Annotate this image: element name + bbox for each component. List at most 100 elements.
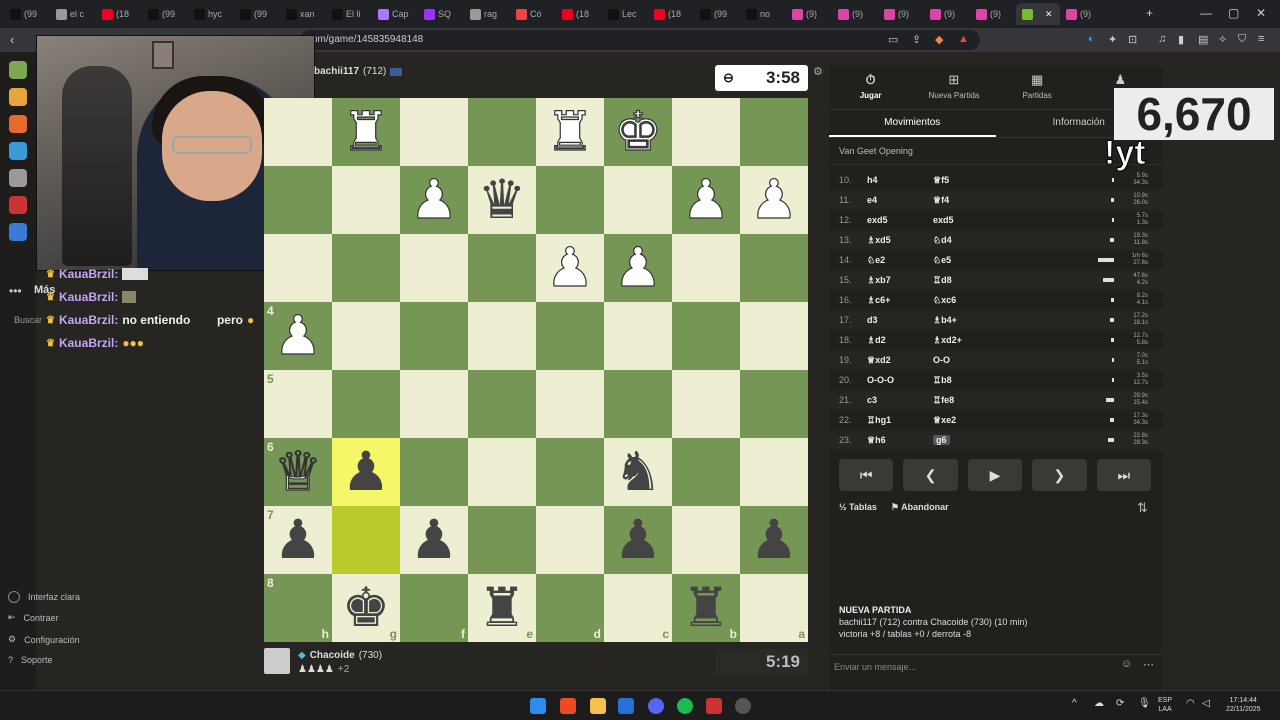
black-piece[interactable]: ♟ [274, 506, 322, 574]
white-piece[interactable]: ♟ [681, 166, 731, 234]
white-move[interactable]: exd5 [867, 215, 933, 225]
white-piece[interactable]: ♜ [341, 98, 391, 166]
black-move[interactable]: ♕f5 [933, 175, 993, 186]
white-move[interactable]: ♕xd2 [867, 355, 933, 366]
more-options-icon[interactable]: ⋯ [1143, 658, 1154, 671]
back-icon[interactable]: ‹ [10, 32, 14, 47]
explorer-icon[interactable] [590, 698, 606, 714]
board-square[interactable] [672, 506, 740, 574]
board-square[interactable] [604, 302, 672, 370]
next-move-button[interactable]: ▶ [967, 459, 1023, 491]
board-square[interactable]: ♚ g [332, 574, 400, 642]
sidebar-icon[interactable]: ▮ [1178, 33, 1184, 46]
black-move[interactable]: ♖b8 [933, 375, 993, 386]
ai-icon[interactable]: ✧ [1218, 33, 1227, 46]
browser-tab[interactable]: Có [510, 3, 556, 25]
url-field[interactable]: om/game/145835948148 [300, 30, 980, 50]
white-move[interactable]: ♗xd5 [867, 235, 933, 246]
browser-tab[interactable]: xan [280, 3, 326, 25]
black-move[interactable]: ♘e5 [933, 255, 993, 266]
tray-expand-icon[interactable]: ^ [1072, 699, 1077, 709]
board-square[interactable]: ♛ [468, 166, 536, 234]
black-move[interactable]: ♗b4+ [933, 315, 993, 326]
player-name[interactable]: bachii117 [314, 66, 359, 77]
chess-board[interactable]: ♜ ♜ ♚ ♟ ♛ ♟ ♟ ♟ ♟ ♟ 4 5 ♕ 6 ♟ ♞ ♟ 7 ♟ ♟ ♟ 8 h ♚ g f ♜ e d c ♜ b a [264, 98, 808, 642]
board-square[interactable] [400, 438, 468, 506]
board-square[interactable] [740, 438, 808, 506]
board-square[interactable] [264, 98, 332, 166]
social-icon[interactable] [9, 223, 27, 241]
board-square[interactable]: ♟ [672, 166, 740, 234]
board-square[interactable] [536, 302, 604, 370]
flip-board-icon[interactable]: ⇅ [1137, 500, 1148, 516]
board-square[interactable] [740, 302, 808, 370]
white-piece[interactable]: ♟ [409, 166, 459, 234]
logo-icon[interactable] [9, 61, 27, 79]
board-square[interactable]: d [536, 574, 604, 642]
browser-tab[interactable]: (18 [556, 3, 602, 25]
white-piece[interactable]: ♕ [273, 438, 323, 506]
board-square[interactable]: f [400, 574, 468, 642]
board-square[interactable]: ♜ [536, 98, 604, 166]
puzzles-icon[interactable] [9, 115, 27, 133]
white-piece[interactable]: ♟ [613, 234, 663, 302]
board-square[interactable] [536, 506, 604, 574]
extensions-icon[interactable]: ✦ [1108, 33, 1117, 46]
vpn-icon[interactable]: ⛉ [1238, 33, 1246, 46]
board-square[interactable]: 8h [264, 574, 332, 642]
browser-tab[interactable]: Cap [372, 3, 418, 25]
board-square[interactable]: ♕ 6 [264, 438, 332, 506]
bing-icon[interactable] [618, 698, 634, 714]
board-square[interactable] [672, 370, 740, 438]
install-icon[interactable]: ▭ [888, 33, 898, 46]
rewards-icon[interactable]: ▲ [958, 33, 969, 45]
brave-shield-icon[interactable]: ◆ [935, 33, 943, 46]
board-square[interactable] [400, 98, 468, 166]
watch-icon[interactable] [9, 169, 27, 187]
browser-tab[interactable]: el c [50, 3, 96, 25]
board-square[interactable]: ♟ [740, 166, 808, 234]
black-piece[interactable]: ♟ [342, 438, 390, 506]
board-square[interactable]: ♜ [332, 98, 400, 166]
board-square[interactable]: ♟ [400, 506, 468, 574]
resign-button[interactable]: ⚑ Abandonar [891, 502, 949, 513]
support-item[interactable]: ? Soporte [8, 655, 53, 665]
board-square[interactable]: ♟ [332, 438, 400, 506]
board-square[interactable] [672, 234, 740, 302]
more-dots-icon[interactable]: ••• [9, 284, 22, 298]
browser-tab[interactable]: hyc [188, 3, 234, 25]
browser-tab[interactable]: (9) [924, 3, 970, 25]
white-piece[interactable]: ♟ [545, 234, 595, 302]
white-move[interactable]: ♘e2 [867, 255, 933, 266]
obs-icon[interactable] [735, 698, 751, 714]
browser-tab[interactable]: (99 [142, 3, 188, 25]
board-square[interactable] [332, 506, 400, 574]
black-move[interactable]: g6 [933, 435, 950, 445]
black-move[interactable]: ♕f4 [933, 195, 993, 206]
panel-tab[interactable]: ⊞ Nueva Partida [912, 66, 995, 109]
board-square[interactable] [468, 506, 536, 574]
black-move[interactable]: ♕xe2 [933, 415, 993, 426]
white-piece[interactable]: ♟ [749, 166, 799, 234]
browser-tab[interactable]: SQ [418, 3, 464, 25]
black-move[interactable]: ♗xd2+ [933, 335, 993, 346]
black-move[interactable]: O-O [933, 355, 993, 365]
browser-tab[interactable]: (99 [694, 3, 740, 25]
board-square[interactable] [740, 98, 808, 166]
browser-tab[interactable]: (9) [970, 3, 1016, 25]
browser-tab[interactable]: (99 [4, 3, 50, 25]
wallet-icon[interactable]: ▤ [1198, 33, 1208, 46]
board-square[interactable] [468, 98, 536, 166]
board-square[interactable] [468, 234, 536, 302]
browser-tab[interactable]: rag [464, 3, 510, 25]
board-settings-icon[interactable]: ⚙ [813, 65, 823, 78]
play-icon[interactable] [9, 88, 27, 106]
browser-tab[interactable]: (9) [1060, 3, 1106, 25]
black-piece[interactable]: ♛ [478, 166, 526, 234]
black-piece[interactable]: ♟ [750, 506, 798, 574]
browser-tab[interactable]: (9) [786, 3, 832, 25]
white-move[interactable]: ♖hg1 [867, 415, 933, 426]
translate-icon[interactable]: ◐ [1088, 33, 1095, 45]
white-move[interactable]: ♗c6+ [867, 295, 933, 306]
board-square[interactable] [400, 302, 468, 370]
